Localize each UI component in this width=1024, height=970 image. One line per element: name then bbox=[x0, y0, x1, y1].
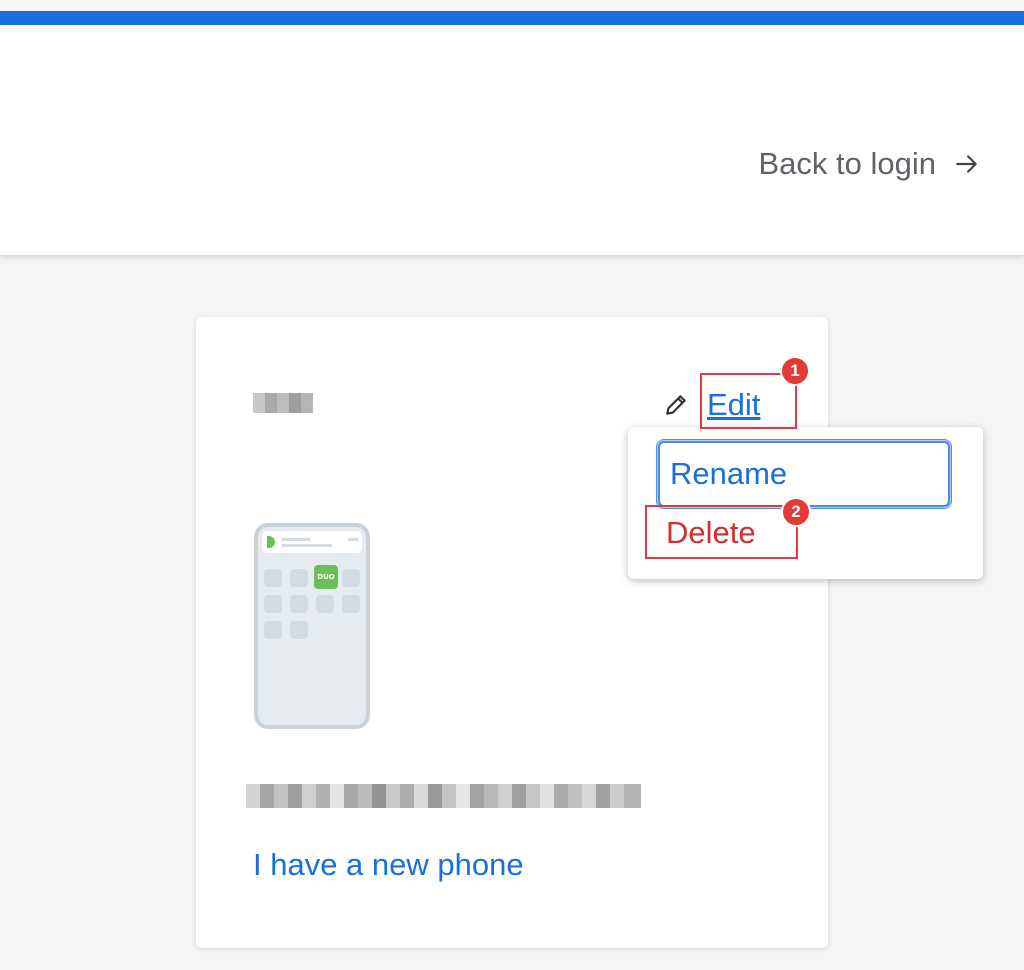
annotation-badge-2: 2 bbox=[781, 497, 811, 527]
phone-illustration: DUO bbox=[254, 523, 370, 729]
back-to-login-link[interactable]: Back to login bbox=[759, 146, 981, 182]
new-phone-link[interactable]: I have a new phone bbox=[253, 847, 524, 883]
rename-label: Rename bbox=[670, 456, 788, 491]
page-header: Back to login bbox=[0, 25, 1024, 255]
duo-app-icon: DUO bbox=[314, 565, 338, 589]
app-icon bbox=[316, 595, 334, 613]
app-icon bbox=[342, 569, 360, 587]
back-to-login-label: Back to login bbox=[758, 146, 937, 181]
duo-logo-icon bbox=[267, 536, 275, 548]
annotation-badge-1: 1 bbox=[780, 356, 810, 386]
app-icon bbox=[264, 569, 282, 587]
device-model-redacted bbox=[246, 784, 641, 808]
notification-banner bbox=[262, 531, 362, 553]
device-label-redacted bbox=[253, 393, 313, 413]
annotation-box-delete bbox=[645, 505, 798, 559]
app-icon bbox=[264, 595, 282, 613]
app-icon bbox=[290, 595, 308, 613]
annotation-box-edit bbox=[700, 373, 797, 429]
app-icon bbox=[290, 569, 308, 587]
arrow-right-icon bbox=[956, 155, 977, 173]
pencil-icon bbox=[666, 395, 686, 415]
app-icon bbox=[264, 621, 282, 639]
app-icon bbox=[342, 595, 360, 613]
app-icon bbox=[290, 621, 308, 639]
top-accent-bar bbox=[0, 11, 1024, 25]
